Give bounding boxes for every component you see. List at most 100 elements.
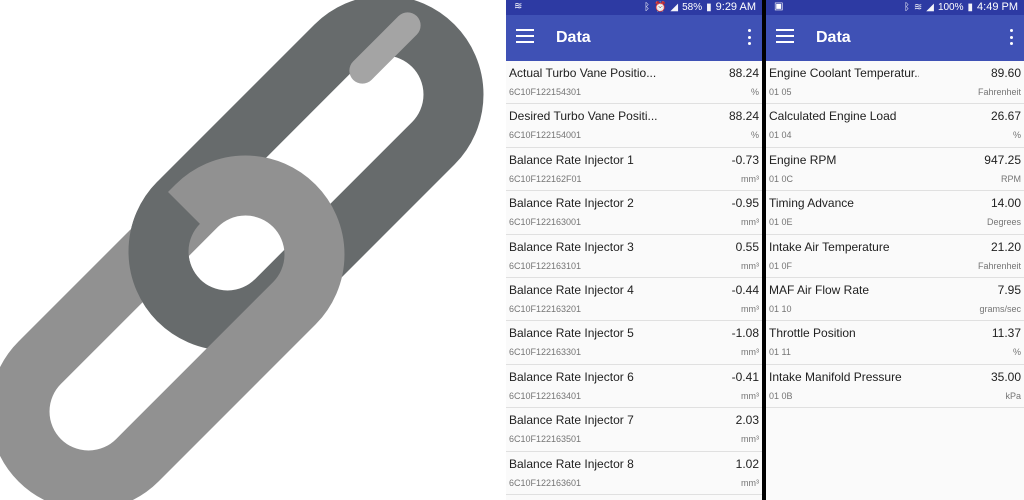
parameter-name: Desired Turbo Vane Positi...	[509, 109, 658, 124]
battery-icon: ▮	[967, 1, 974, 13]
parameter-name: Throttle Position	[769, 326, 856, 341]
parameter-unit: mm³	[741, 173, 759, 184]
parameter-id: 01 04	[769, 130, 792, 141]
list-item[interactable]: Balance Rate Injector 3 0.55 6C10F122163…	[506, 235, 762, 278]
parameter-name: MAF Air Flow Rate	[769, 282, 870, 297]
parameter-unit: %	[750, 130, 759, 141]
list-item[interactable]: Balance Rate Injector 2 -0.95 6C10F12216…	[506, 191, 762, 235]
parameter-unit: mm³	[741, 477, 759, 488]
parameter-value: -1.08	[731, 326, 759, 341]
parameter-id: 01 11	[769, 347, 791, 358]
list-item[interactable]: Balance Rate Injector 8 1.02 6C10F122163…	[506, 452, 762, 495]
parameter-name: Balance Rate Injector 5	[509, 326, 634, 341]
right-phone-screen: ▣ ᛒ ≋ ◢ 100% ▮ 4:49 PM Data Engine Coola…	[766, 0, 1024, 500]
parameter-name: Balance Rate Injector 3	[509, 239, 634, 254]
parameter-id: 6C10F122163301	[509, 347, 582, 358]
parameter-unit: Fahrenheit	[977, 87, 1021, 97]
parameter-name: Balance Rate Injector 2	[509, 196, 634, 211]
parameter-unit: mm³	[741, 390, 759, 401]
parameter-id: 01 0E	[769, 217, 793, 228]
parameter-unit: Degrees	[986, 217, 1021, 228]
left-phone-screen: ≋ ᛒ ⏰ ◢ 58% ▮ 9:29 AM Data Actual Turbo …	[506, 0, 762, 500]
parameter-unit: RPM	[1001, 173, 1021, 184]
parameter-value: 88.24	[728, 109, 759, 124]
signal-icon: ◢	[926, 1, 934, 13]
parameter-id: 6C10F122163401	[509, 390, 582, 401]
signal-icon: ◢	[670, 1, 679, 13]
list-item[interactable]: Timing Advance 14.00 01 0E Degrees	[766, 191, 1024, 235]
parameter-value: 7.95	[997, 282, 1021, 297]
parameter-id: 01 0B	[769, 390, 793, 401]
parameter-unit: mm³	[741, 303, 759, 314]
parameter-id: 6C10F122163101	[509, 260, 582, 271]
parameter-name: Engine RPM	[769, 152, 837, 167]
parameter-unit: %	[750, 87, 759, 97]
parameter-name: Balance Rate Injector 6	[509, 369, 634, 384]
parameter-unit: Fahrenheit	[977, 260, 1021, 271]
list-item[interactable]: MAF Air Flow Rate 7.95 01 10 grams/sec	[766, 278, 1024, 322]
chain-link-logo	[0, 0, 506, 500]
parameter-name: Balance Rate Injector 1	[509, 152, 634, 167]
parameter-name: Intake Air Temperature	[769, 239, 890, 254]
data-list: Actual Turbo Vane Positio... 88.24 6C10F…	[506, 61, 762, 495]
parameter-value: -0.73	[731, 152, 759, 167]
list-item[interactable]: Desired Turbo Vane Positi... 88.24 6C10F…	[506, 104, 762, 148]
list-item[interactable]: Balance Rate Injector 7 2.03 6C10F122163…	[506, 408, 762, 452]
menu-icon[interactable]	[516, 29, 534, 43]
battery-icon: ▮	[706, 1, 712, 13]
parameter-unit: grams/sec	[979, 303, 1021, 314]
parameter-id: 01 10	[769, 303, 792, 314]
parameter-id: 01 0F	[769, 260, 793, 271]
parameter-value: 89.60	[990, 66, 1021, 80]
parameter-unit: kPa	[1005, 390, 1021, 401]
bluetooth-icon: ᛒ	[903, 1, 910, 13]
parameter-unit: mm³	[741, 434, 759, 445]
parameter-value: 21.20	[990, 239, 1021, 254]
clock: 4:49 PM	[977, 1, 1018, 13]
parameter-name: Actual Turbo Vane Positio...	[509, 66, 657, 80]
list-item[interactable]: Throttle Position 11.37 01 11 %	[766, 321, 1024, 365]
chain-link-icon	[0, 0, 484, 500]
menu-icon[interactable]	[776, 29, 794, 43]
parameter-id: 6C10F122162F01	[509, 173, 582, 184]
parameter-id: 6C10F122154301	[509, 87, 582, 97]
app-title: Data	[816, 29, 851, 46]
parameter-value: 26.67	[990, 109, 1021, 124]
list-item[interactable]: Balance Rate Injector 4 -0.44 6C10F12216…	[506, 278, 762, 322]
parameter-value: -0.95	[731, 196, 759, 211]
parameter-value: 14.00	[990, 196, 1021, 211]
parameter-id: 6C10F122163001	[509, 217, 582, 228]
parameter-value: 2.03	[735, 413, 759, 428]
parameter-value: 11.37	[991, 326, 1021, 341]
parameter-unit: mm³	[741, 260, 759, 271]
list-item[interactable]: Actual Turbo Vane Positio... 88.24 6C10F…	[506, 61, 762, 105]
list-item[interactable]: Calculated Engine Load 26.67 01 04 %	[766, 104, 1024, 148]
parameter-id: 6C10F122163201	[509, 303, 582, 314]
wifi-icon: ≋	[913, 1, 923, 13]
battery-percent: 58%	[682, 1, 703, 13]
parameter-value: -0.41	[731, 369, 759, 384]
list-item[interactable]: Balance Rate Injector 6 -0.41 6C10F12216…	[506, 365, 762, 409]
list-item[interactable]: Balance Rate Injector 1 -0.73 6C10F12216…	[506, 148, 762, 192]
parameter-value: -0.44	[731, 282, 759, 297]
list-item[interactable]: Balance Rate Injector 5 -1.08 6C10F12216…	[506, 321, 762, 365]
list-item[interactable]: Engine RPM 947.25 01 0C RPM	[766, 148, 1024, 192]
parameter-unit: %	[1012, 130, 1021, 141]
parameter-value: 1.02	[735, 456, 759, 471]
list-item[interactable]: Intake Air Temperature 21.20 01 0F Fahre…	[766, 235, 1024, 278]
parameter-value: 0.55	[735, 239, 759, 254]
status-bar: ▣ ᛒ ≋ ◢ 100% ▮ 4:49 PM	[766, 0, 1024, 15]
bluetooth-icon: ᛒ	[643, 1, 650, 13]
list-item[interactable]: Intake Manifold Pressure 35.00 01 0B kPa	[766, 365, 1024, 409]
overflow-menu-icon[interactable]	[746, 29, 752, 45]
overflow-menu-icon[interactable]	[1008, 29, 1014, 45]
parameter-id: 01 05	[769, 87, 792, 97]
data-list: Engine Coolant Temperatur... 89.60 01 05…	[766, 61, 1024, 409]
parameter-name: Calculated Engine Load	[769, 109, 897, 124]
clock: 9:29 AM	[715, 1, 756, 13]
status-bar: ≋ ᛒ ⏰ ◢ 58% ▮ 9:29 AM	[506, 0, 762, 15]
wifi-icon: ≋	[514, 1, 523, 12]
list-item[interactable]: Engine Coolant Temperatur... 89.60 01 05…	[766, 61, 1024, 105]
app-title: Data	[556, 29, 591, 46]
parameter-unit: mm³	[741, 347, 759, 358]
